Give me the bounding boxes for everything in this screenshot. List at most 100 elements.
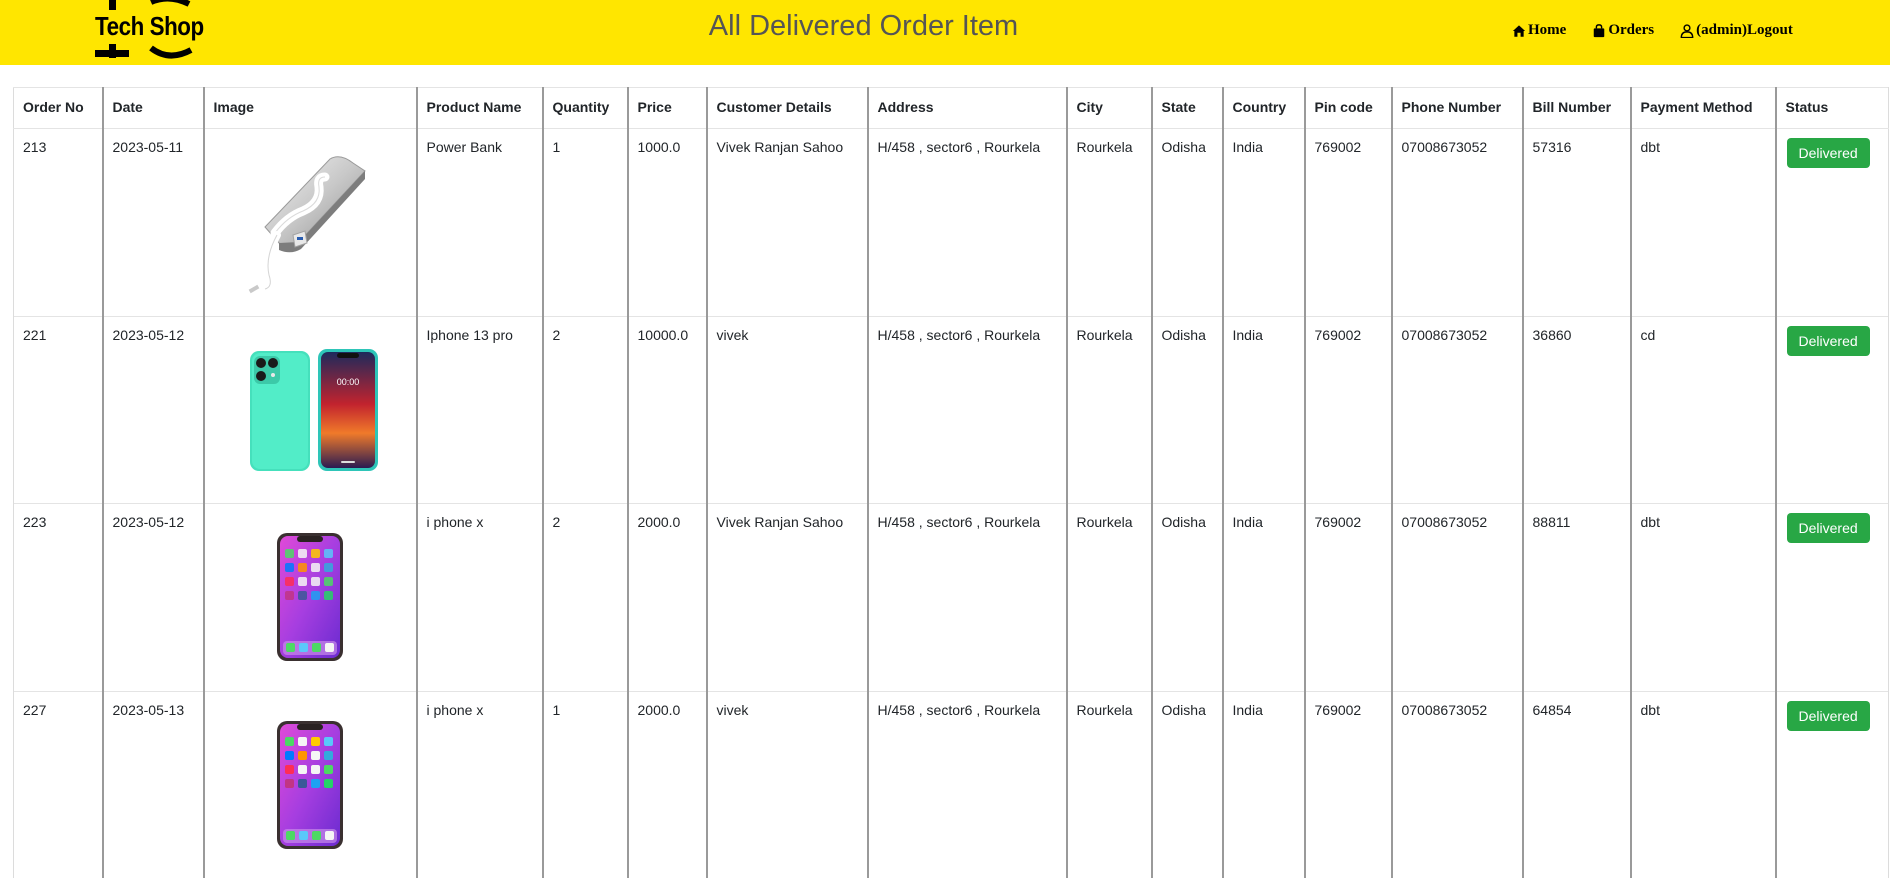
customer-cell: Vivek Ranjan Sahoo	[705, 128, 868, 316]
col-state: State	[1150, 87, 1223, 129]
col-customer-details: Customer Details	[705, 87, 868, 129]
date-cell: 2023-05-12	[101, 503, 204, 691]
iphone-x-image	[277, 720, 343, 849]
order-no-cell: 223	[13, 503, 103, 691]
col-bill-number: Bill Number	[1521, 87, 1631, 129]
payment-method-cell: dbt	[1629, 128, 1776, 316]
country-cell: India	[1221, 315, 1305, 504]
customer-cell: vivek	[705, 690, 868, 878]
home-icon	[1512, 24, 1526, 37]
phone-cell: 07008673052	[1390, 315, 1523, 504]
quantity-cell: 2	[541, 315, 628, 504]
quantity-cell: 1	[541, 128, 628, 316]
city-cell: Rourkela	[1065, 503, 1152, 691]
city-cell: Rourkela	[1065, 690, 1152, 878]
table-header-row: Order No Date Image Product Name Quantit…	[13, 87, 1889, 129]
pin-code-cell: 769002	[1303, 503, 1392, 691]
col-product-name: Product Name	[415, 87, 543, 129]
table-row: 227 2023-05-13 i phone x 1 2000.0 vivek …	[13, 690, 1889, 878]
nav-home-label: Home	[1528, 22, 1567, 38]
quantity-cell: 1	[541, 690, 628, 878]
state-cell: Odisha	[1150, 690, 1223, 878]
power-bank-image	[248, 156, 366, 294]
product-name-cell: Power Bank	[415, 128, 543, 316]
col-status: Status	[1774, 87, 1889, 129]
date-cell: 2023-05-12	[101, 315, 204, 504]
delivered-status-button[interactable]: Delivered	[1786, 138, 1870, 168]
country-cell: India	[1221, 503, 1305, 691]
address-cell: H/458 , sector6 , Rourkela	[866, 503, 1067, 691]
status-cell: Delivered	[1774, 128, 1889, 316]
country-cell: India	[1221, 690, 1305, 878]
date-cell: 2023-05-13	[101, 690, 204, 878]
status-cell: Delivered	[1774, 315, 1889, 504]
user-icon	[1680, 23, 1694, 38]
order-no-cell: 227	[13, 690, 103, 878]
date-cell: 2023-05-11	[101, 128, 204, 316]
top-navbar: Tech Shop All Delivered Order Item Home …	[0, 0, 1890, 65]
address-cell: H/458 , sector6 , Rourkela	[866, 690, 1067, 878]
payment-method-cell: cd	[1629, 315, 1776, 504]
iphone-13-pro-image: 00:00	[250, 348, 378, 471]
order-no-cell: 221	[13, 315, 103, 504]
nav-home-link[interactable]: Home	[1512, 22, 1566, 39]
nav-logout-link[interactable]: (admin)Logout	[1680, 22, 1793, 39]
col-country: Country	[1221, 87, 1305, 129]
col-city: City	[1065, 87, 1152, 129]
product-name-cell: i phone x	[415, 690, 543, 878]
payment-method-cell: dbt	[1629, 503, 1776, 691]
col-phone-number: Phone Number	[1390, 87, 1523, 129]
svg-text:00:00: 00:00	[337, 377, 360, 387]
bill-number-cell: 57316	[1521, 128, 1631, 316]
state-cell: Odisha	[1150, 503, 1223, 691]
image-cell	[202, 690, 417, 878]
col-quantity: Quantity	[541, 87, 628, 129]
delivered-status-button[interactable]: Delivered	[1786, 513, 1870, 543]
pin-code-cell: 769002	[1303, 128, 1392, 316]
shopping-bag-icon	[1594, 23, 1605, 37]
col-date: Date	[101, 87, 204, 129]
price-cell: 2000.0	[626, 690, 707, 878]
nav-logout-label: (admin)Logout	[1696, 22, 1793, 38]
delivered-orders-table: Order No Date Image Product Name Quantit…	[13, 87, 1889, 878]
delivered-status-button[interactable]: Delivered	[1786, 700, 1870, 731]
order-no-cell: 213	[13, 128, 103, 316]
nav-orders-link[interactable]: Orders	[1592, 22, 1654, 39]
city-cell: Rourkela	[1065, 128, 1152, 316]
delivered-status-button[interactable]: Delivered	[1786, 325, 1870, 356]
iphone-x-image	[277, 533, 343, 661]
country-cell: India	[1221, 128, 1305, 316]
pin-code-cell: 769002	[1303, 315, 1392, 504]
col-pin-code: Pin code	[1303, 87, 1392, 129]
product-name-cell: Iphone 13 pro	[415, 315, 543, 504]
image-cell	[202, 128, 417, 316]
phone-cell: 07008673052	[1390, 128, 1523, 316]
price-cell: 10000.0	[626, 315, 707, 504]
address-cell: H/458 , sector6 , Rourkela	[866, 128, 1067, 316]
bill-number-cell: 88811	[1521, 503, 1631, 691]
col-image: Image	[202, 87, 417, 129]
payment-method-cell: dbt	[1629, 690, 1776, 878]
status-cell: Delivered	[1774, 690, 1889, 878]
state-cell: Odisha	[1150, 128, 1223, 316]
table-row: 213 2023-05-11 Power Bank 1 1000.0 Vivek…	[13, 128, 1889, 316]
nav-orders-label: Orders	[1608, 22, 1655, 38]
price-cell: 2000.0	[626, 503, 707, 691]
price-cell: 1000.0	[626, 128, 707, 316]
bill-number-cell: 64854	[1521, 690, 1631, 878]
customer-cell: vivek	[705, 315, 868, 504]
quantity-cell: 2	[541, 503, 628, 691]
product-name-cell: i phone x	[415, 503, 543, 691]
address-cell: H/458 , sector6 , Rourkela	[866, 315, 1067, 504]
col-price: Price	[626, 87, 707, 129]
col-address: Address	[866, 87, 1067, 129]
col-payment-method: Payment Method	[1629, 87, 1776, 129]
col-order-no: Order No	[13, 87, 103, 129]
page-title: All Delivered Order Item	[708, 10, 1019, 42]
state-cell: Odisha	[1150, 315, 1223, 504]
pin-code-cell: 769002	[1303, 690, 1392, 878]
image-cell: 00:00	[202, 315, 417, 504]
city-cell: Rourkela	[1065, 315, 1152, 504]
bill-number-cell: 36860	[1521, 315, 1631, 504]
table-row: 223 2023-05-12 i phone x 2 2000.0 Vivek …	[13, 503, 1889, 691]
